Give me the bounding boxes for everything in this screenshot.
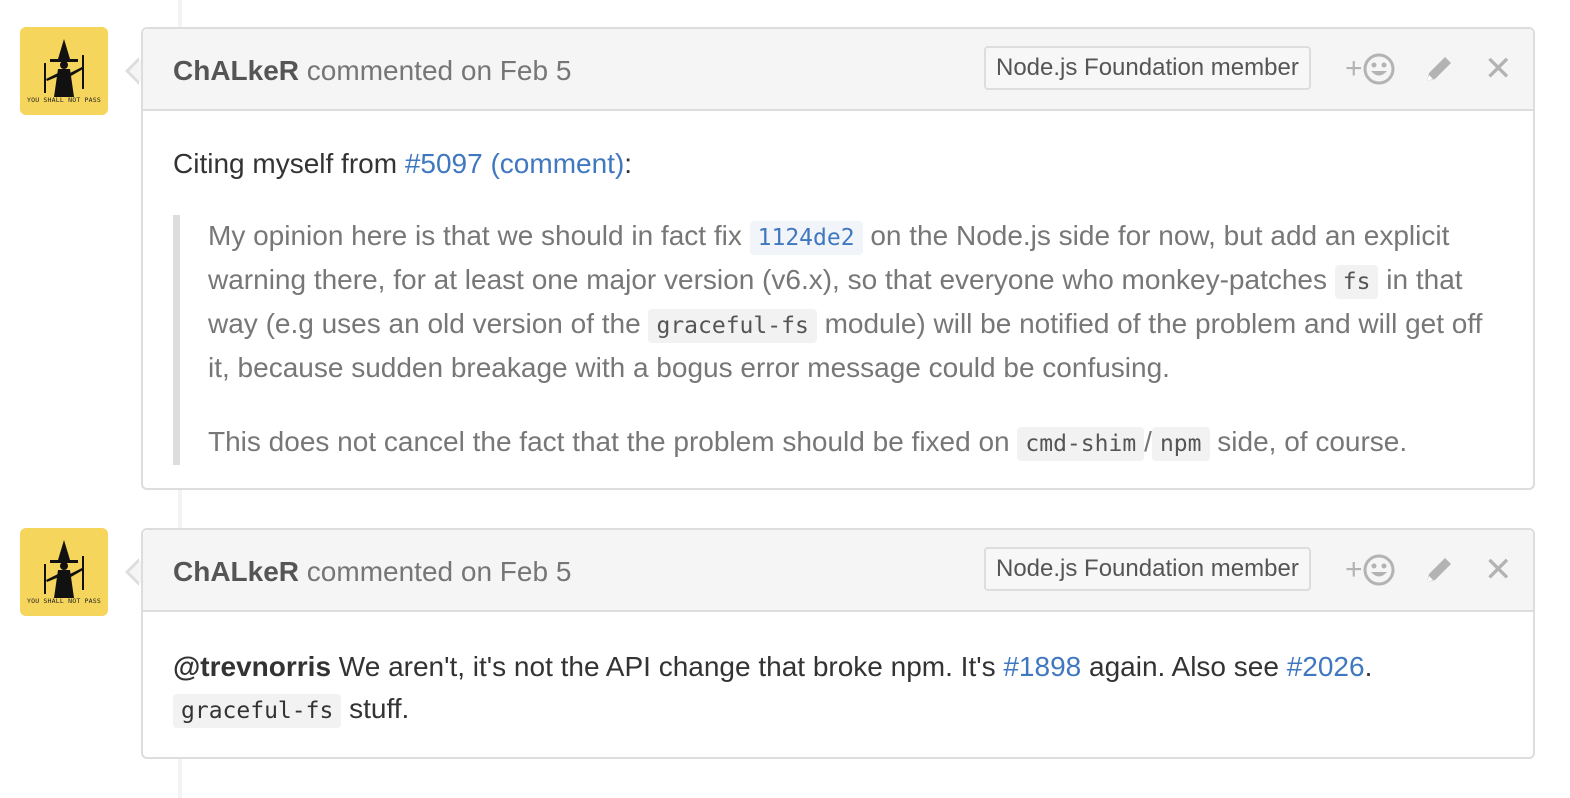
comment-header-text: ChALkeR commented on Feb 5 <box>173 556 571 588</box>
inline-code: cmd-shim <box>1017 427 1145 461</box>
comment-box: ChALkeR commented on Feb 5 Node.js Found… <box>141 528 1535 759</box>
quote-text: My opinion here is that we should in fac… <box>208 220 750 251</box>
comment-body: Citing myself from #5097 (comment): My o… <box>143 111 1533 465</box>
issue-link[interactable]: #5097 <box>405 148 483 179</box>
user-mention-link[interactable]: @trevnorris <box>173 651 331 682</box>
quote-text: / <box>1144 426 1152 457</box>
quote-paragraph: This does not cancel the fact that the p… <box>208 421 1503 465</box>
comment-timestamp[interactable]: commented on Feb 5 <box>307 556 572 587</box>
comment-box: ChALkeR commented on Feb 5 Node.js Found… <box>141 27 1535 490</box>
comment-intro: Citing myself from #5097 (comment): <box>173 143 1503 185</box>
comment-text: @trevnorris We aren't, it's not the API … <box>173 646 1503 732</box>
member-badge: Node.js Foundation member <box>984 46 1311 90</box>
author-link[interactable]: ChALkeR <box>173 556 299 587</box>
add-reaction-plus[interactable]: + <box>1345 550 1363 590</box>
comment-text-part: . <box>1364 651 1373 682</box>
author-link[interactable]: ChALkeR <box>173 55 299 86</box>
emoji-reaction-icon[interactable] <box>1363 53 1395 90</box>
quote-text: side, of course. <box>1209 426 1408 457</box>
comment-text-part: stuff. <box>341 693 410 724</box>
inline-code: graceful-fs <box>648 309 817 343</box>
close-icon[interactable]: ✕ <box>1484 49 1513 89</box>
quote-paragraph: My opinion here is that we should in fac… <box>208 215 1503 389</box>
issue-link[interactable]: #1898 <box>1003 651 1081 682</box>
comment-link[interactable]: (comment) <box>490 148 624 179</box>
member-badge: Node.js Foundation member <box>984 547 1311 591</box>
intro-suffix: : <box>624 148 633 179</box>
intro-text: Citing myself from <box>173 148 405 179</box>
edit-pencil-icon[interactable] <box>1423 53 1455 90</box>
comment-header-text: ChALkeR commented on Feb 5 <box>173 55 571 87</box>
emoji-reaction-icon[interactable] <box>1363 554 1395 591</box>
issue-link[interactable]: #2026 <box>1287 651 1365 682</box>
avatar[interactable]: YOU SHALL NOT PASS <box>20 27 108 115</box>
inline-code: graceful-fs <box>173 694 342 728</box>
quote-text: This does not cancel the fact that the p… <box>208 426 1018 457</box>
avatar-caption: YOU SHALL NOT PASS <box>26 597 102 605</box>
avatar[interactable]: YOU SHALL NOT PASS <box>20 528 108 616</box>
comment-body: @trevnorris We aren't, it's not the API … <box>143 612 1533 732</box>
edit-pencil-icon[interactable] <box>1423 554 1455 591</box>
add-reaction-plus[interactable]: + <box>1345 49 1363 89</box>
comment-timestamp[interactable]: commented on Feb 5 <box>307 55 572 86</box>
comment-text-part: We aren't, it's not the API change that … <box>331 651 1004 682</box>
close-icon[interactable]: ✕ <box>1484 550 1513 590</box>
inline-code: npm <box>1151 427 1210 461</box>
avatar-caption: YOU SHALL NOT PASS <box>26 96 102 104</box>
inline-code: fs <box>1334 265 1379 299</box>
comment-header: ChALkeR commented on Feb 5 Node.js Found… <box>143 29 1533 111</box>
comment-header: ChALkeR commented on Feb 5 Node.js Found… <box>143 530 1533 612</box>
blockquote: My opinion here is that we should in fac… <box>173 215 1503 465</box>
commit-hash-link[interactable]: 1124de2 <box>749 221 863 255</box>
comment-text-part: again. Also see <box>1081 651 1287 682</box>
